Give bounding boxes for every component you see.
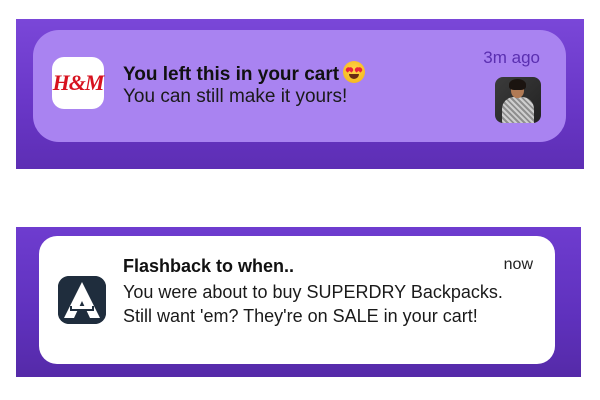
- ajio-logo-icon: [58, 276, 106, 324]
- hm-logo-text: H&M: [52, 70, 105, 95]
- product-thumbnail: [495, 77, 541, 123]
- notification-body: You can still make it yours!: [123, 86, 348, 107]
- notification-body: You were about to buy SUPERDRY Backpacks…: [123, 282, 503, 326]
- hm-logo-icon: H&M: [52, 57, 104, 109]
- notification-title: You left this in your cart: [123, 61, 366, 86]
- notification-timestamp: now: [503, 256, 533, 273]
- notification-card-ajio[interactable]: Flashback to when.. now You were about t…: [39, 236, 555, 364]
- notification-card-hm[interactable]: H&M You left this in your cart You can s…: [33, 30, 566, 142]
- notification-title: Flashback to when..: [123, 256, 295, 276]
- notification-timestamp: 3m ago: [483, 48, 540, 67]
- notifications-screen: H&M You left this in your cart You can s…: [0, 0, 600, 400]
- heart-eyes-emoji-icon: [343, 61, 366, 83]
- notification-title-text: You left this in your cart: [123, 64, 340, 85]
